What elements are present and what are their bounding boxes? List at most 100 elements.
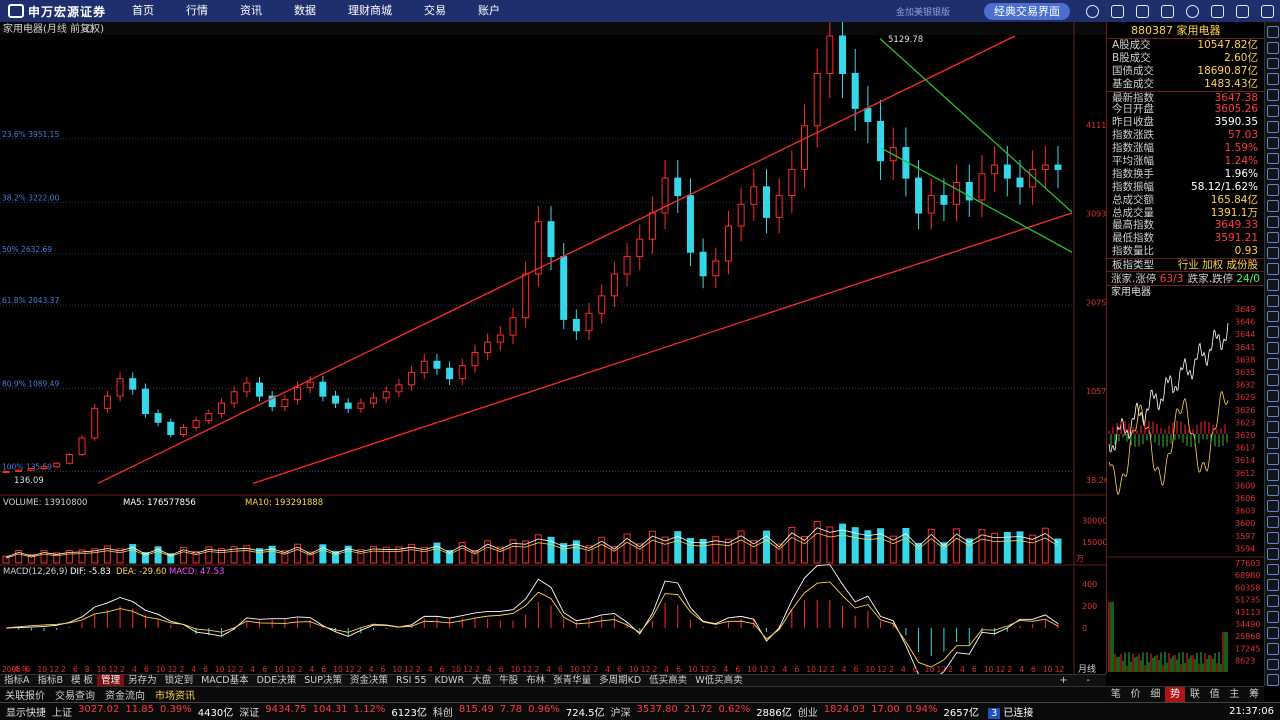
side-tool-icon[interactable] <box>1266 532 1279 544</box>
indicator-tab[interactable]: MACD基本 <box>197 675 252 687</box>
market-news-button[interactable]: 市场资讯 <box>150 687 200 702</box>
side-tool-icon[interactable] <box>1266 152 1279 165</box>
nav-news[interactable]: 资讯 <box>224 0 278 22</box>
side-tool-icon[interactable] <box>1266 437 1279 449</box>
indicator-tab[interactable]: 张青华量 <box>549 675 595 687</box>
side-tool-icon[interactable] <box>1266 674 1279 687</box>
indicator-tab[interactable]: 大盘 <box>468 675 495 687</box>
zoom-controls[interactable]: + - <box>1060 675 1098 686</box>
skin-icon[interactable] <box>1136 4 1149 18</box>
side-tool-icon[interactable] <box>1266 500 1279 513</box>
top-promo-link[interactable]: 金加美银银版 <box>896 5 950 18</box>
side-tool-icon[interactable] <box>1266 389 1279 402</box>
indicator-tab[interactable]: 指标B <box>34 675 68 687</box>
indicator-tab[interactable]: W低买高卖 <box>691 675 746 687</box>
side-tool-icon[interactable] <box>1266 342 1279 355</box>
side-tool-icon[interactable] <box>1266 310 1279 323</box>
side-tool-icon[interactable] <box>1266 642 1279 655</box>
side-tool-icon[interactable] <box>1266 215 1279 228</box>
side-tool-icon[interactable] <box>1266 89 1279 102</box>
close-icon[interactable] <box>1261 4 1274 18</box>
right-tab[interactable]: 细 <box>1146 687 1166 702</box>
indicator-tab[interactable]: DDE决策 <box>253 675 301 687</box>
side-tool-icon[interactable] <box>1266 184 1279 196</box>
nav-account[interactable]: 账户 <box>462 0 516 22</box>
settings-circle-icon[interactable] <box>1086 4 1099 18</box>
nav-wealth-mall[interactable]: 理财商城 <box>332 0 408 22</box>
chart-area[interactable]: 家用电器(月线 前复权) 23.6% 3951.15 38.2% 3222.00 50… <box>0 22 1106 674</box>
side-tool-icon[interactable] <box>1266 326 1279 339</box>
gear-icon[interactable] <box>1186 4 1199 18</box>
quote-row-label: 指数换手 <box>1112 167 1154 180</box>
side-tool-icon[interactable] <box>1266 563 1279 576</box>
side-tool-icon[interactable] <box>1266 452 1279 465</box>
minimize-icon[interactable] <box>1211 4 1224 18</box>
side-tool-icon[interactable] <box>1266 579 1279 592</box>
side-tool-icon[interactable] <box>1266 358 1279 370</box>
right-tab[interactable]: 笔 <box>1106 687 1126 702</box>
side-tool-icon[interactable] <box>1266 231 1279 244</box>
indicator-tab[interactable]: 低买高卖 <box>645 675 691 687</box>
intraday-mini-chart[interactable]: 3649 3646 3644 3641 3638 3635 3632 3629 3626 3623… <box>1107 304 1265 674</box>
side-tool-icon[interactable] <box>1266 611 1279 623</box>
right-tab[interactable]: 主 <box>1225 687 1245 702</box>
show-quick-button[interactable]: 显示快捷 <box>0 704 49 719</box>
side-tool-icon[interactable] <box>1266 136 1279 149</box>
classic-trade-button[interactable]: 经典交易界面 <box>984 2 1070 20</box>
nav-quotes[interactable]: 行情 <box>170 0 224 22</box>
side-tool-icon[interactable] <box>1266 294 1279 307</box>
message-icon[interactable] <box>1161 4 1174 18</box>
candle-body <box>851 72 859 109</box>
indicator-tab[interactable]: 多周期KD <box>595 675 645 687</box>
side-tool-icon[interactable] <box>1266 658 1279 671</box>
right-tab[interactable]: 势 <box>1165 687 1185 702</box>
kline-chart[interactable]: 家用电器(月线 前复权) 23.6% 3951.15 38.2% 3222.00 50… <box>0 22 1106 674</box>
side-tool-icon[interactable] <box>1266 105 1279 117</box>
indicator-tab[interactable]: 布林 <box>522 675 549 687</box>
broker-logo[interactable]: 申万宏源证券 <box>0 0 112 22</box>
related-quote-button[interactable]: 关联报价 <box>0 687 50 702</box>
side-tool-icon[interactable] <box>1266 279 1279 291</box>
side-tool-icon[interactable] <box>1266 595 1279 608</box>
side-tool-icon[interactable] <box>1266 421 1279 434</box>
indicator-tab[interactable]: 资金决策 <box>346 675 392 687</box>
side-tool-icon[interactable] <box>1266 168 1279 181</box>
right-tab[interactable]: 价 <box>1126 687 1146 702</box>
side-tool-icon[interactable] <box>1266 199 1279 212</box>
indicator-tab[interactable]: 锁定到 <box>161 675 198 687</box>
side-tool-icon[interactable] <box>1266 484 1279 497</box>
right-tab[interactable]: 筹 <box>1244 687 1264 702</box>
side-tool-icon[interactable] <box>1266 120 1279 133</box>
nav-data[interactable]: 数据 <box>278 0 332 22</box>
side-tool-icon[interactable] <box>1266 547 1279 560</box>
x-tick-label: 2 <box>357 665 362 674</box>
fund-flow-button[interactable]: 资金流向 <box>100 687 150 702</box>
side-tool-icon[interactable] <box>1266 263 1279 275</box>
indicator-tab[interactable]: 指标A <box>0 675 34 687</box>
indicator-tab[interactable]: 牛股 <box>495 675 522 687</box>
side-tool-icon[interactable] <box>1266 247 1279 260</box>
side-tool-icon[interactable] <box>1266 73 1279 86</box>
indicator-tab[interactable]: 另存为 <box>124 675 161 687</box>
indicator-tab[interactable]: KDWR <box>431 675 469 687</box>
side-tool-icon[interactable] <box>1266 626 1279 639</box>
side-tool-icon[interactable] <box>1266 57 1279 70</box>
side-tool-icon[interactable] <box>1266 516 1279 528</box>
side-tool-icon[interactable] <box>1266 26 1279 38</box>
maximize-icon[interactable] <box>1236 4 1249 18</box>
side-tool-icon[interactable] <box>1266 405 1279 418</box>
indicator-tab[interactable]: 管理 <box>97 674 125 687</box>
indicator-tab[interactable]: SUP决策 <box>300 675 346 687</box>
candle-body <box>243 382 251 393</box>
side-tool-icon[interactable] <box>1266 41 1279 54</box>
right-tab[interactable]: 值 <box>1205 687 1225 702</box>
nav-trade[interactable]: 交易 <box>408 0 462 22</box>
indicator-tab[interactable]: RSI 55 <box>392 675 431 687</box>
trade-query-button[interactable]: 交易查询 <box>50 687 100 702</box>
indicator-tab[interactable]: 模 板 <box>67 675 97 687</box>
side-tool-icon[interactable] <box>1266 373 1279 386</box>
headset-icon[interactable] <box>1111 4 1124 18</box>
nav-home[interactable]: 首页 <box>112 0 170 22</box>
side-tool-icon[interactable] <box>1266 468 1279 481</box>
right-tab[interactable]: 联 <box>1185 687 1205 702</box>
